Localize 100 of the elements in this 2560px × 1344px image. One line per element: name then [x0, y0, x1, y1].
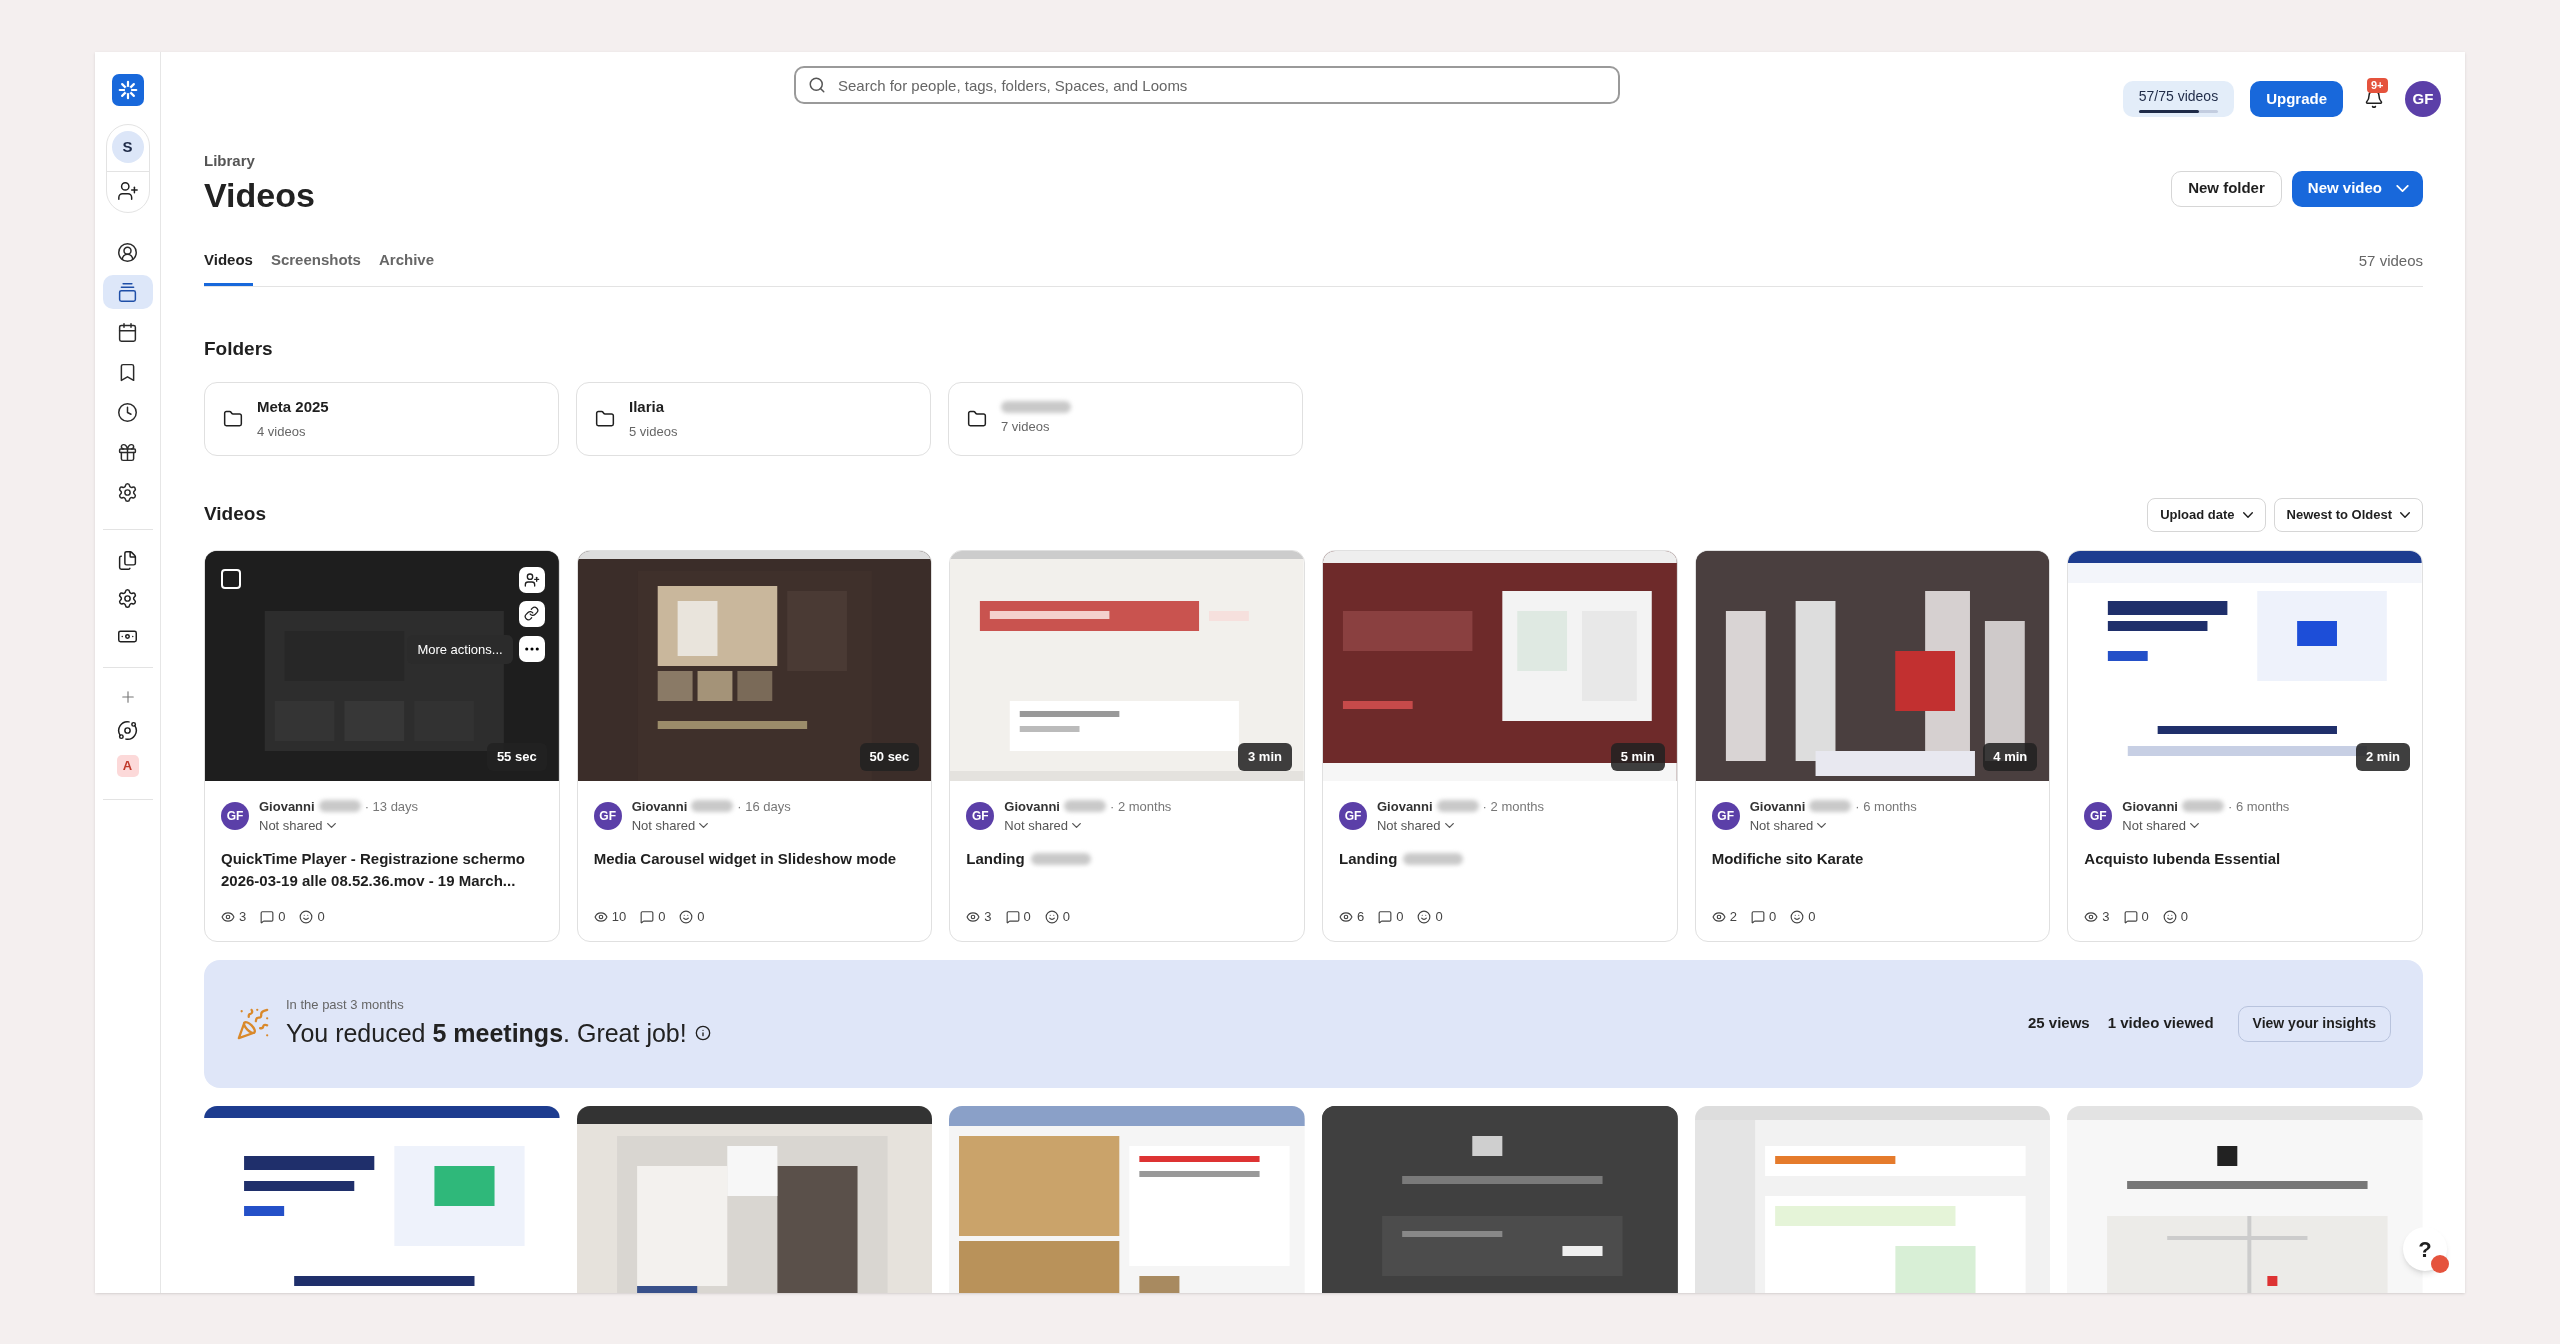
- duration-badge: 3 min: [1238, 743, 1292, 771]
- smile-icon: [299, 909, 314, 924]
- sharing-dropdown[interactable]: Not shared: [1004, 816, 1172, 836]
- sidebar-item[interactable]: [102, 275, 153, 309]
- logo-icon[interactable]: [111, 74, 144, 106]
- video-title[interactable]: Modifiche sito Karate: [1711, 847, 1864, 870]
- sharing-dropdown[interactable]: Not shared: [1749, 816, 1917, 836]
- more-icon: [524, 647, 539, 652]
- eye-icon: [221, 909, 235, 924]
- video-age: · 13 days: [364, 797, 419, 816]
- more-actions-button[interactable]: [518, 636, 545, 663]
- folder-name: Ilaria: [629, 396, 666, 417]
- add-user-icon: [523, 571, 540, 588]
- video-card[interactable]: 2 min GF Giovanni · 6 months Not shared Acquisto Iubenda Essential 3 0 0: [2067, 549, 2423, 942]
- banner-stat: 1 video viewed: [2107, 1013, 2214, 1034]
- tab[interactable]: Archive: [378, 248, 434, 286]
- comment-count: 0: [640, 907, 666, 927]
- checkbox[interactable]: [221, 568, 241, 589]
- video-card[interactable]: 3 min GF Giovanni · 2 months Not shared Landing 3 0 0: [949, 549, 1305, 942]
- library-icon: [117, 281, 138, 303]
- smile-icon: [2162, 909, 2177, 924]
- reaction-count: 0: [679, 907, 705, 927]
- eye-icon: [2084, 909, 2099, 924]
- folder-icon: [967, 408, 987, 429]
- author-avatar: GF: [1711, 802, 1740, 830]
- author-name: Giovanni: [1377, 797, 1433, 816]
- page-title: Videos: [204, 174, 315, 216]
- video-age: · 6 months: [2227, 797, 2290, 816]
- video-card[interactable]: 4 min GF Giovanni · 6 months Not shared Modifiche sito Karate 2 0 0: [1694, 549, 2051, 942]
- folder-card[interactable]: Meta 2025 4 videos: [204, 381, 559, 456]
- video-card[interactable]: 50 sec GF Giovanni · 16 days Not shared Media Carousel widget in Slideshow mode 10 0 0: [576, 549, 933, 942]
- tab[interactable]: Videos: [204, 248, 253, 286]
- space-avatar[interactable]: A: [116, 755, 139, 777]
- sort-dropdown[interactable]: Upload date: [2147, 497, 2266, 532]
- alert-icon: [2431, 1255, 2449, 1273]
- video-title[interactable]: Landing: [1339, 847, 1398, 870]
- workspace-avatar[interactable]: S: [111, 131, 144, 163]
- author-name: Giovanni: [2122, 797, 2178, 816]
- sharing-dropdown[interactable]: Not shared: [259, 816, 419, 836]
- new-folder-button[interactable]: New folder: [2171, 170, 2282, 207]
- view-count: 3: [221, 907, 247, 927]
- chevron-down-icon: [2400, 511, 2410, 518]
- chevron-down-icon: [326, 823, 336, 829]
- folder-name: Meta 2025: [257, 396, 329, 417]
- section-heading: Videos: [204, 502, 266, 527]
- folder-card[interactable]: 7 videos: [948, 381, 1303, 456]
- gift-icon: [117, 441, 138, 463]
- sort-dropdown[interactable]: Newest to Oldest: [2273, 497, 2423, 532]
- banner-message: You reduced 5 meetings. Great job!: [286, 1017, 687, 1049]
- comment-icon: [260, 909, 275, 924]
- video-title[interactable]: Acquisto Iubenda Essential: [2084, 847, 2281, 870]
- duration-badge: 4 min: [1983, 743, 2038, 771]
- planet-icon[interactable]: [117, 720, 138, 741]
- sharing-dropdown[interactable]: Not shared: [2122, 816, 2290, 836]
- calendar-icon: [117, 321, 138, 343]
- chevron-down-icon: [1444, 823, 1454, 829]
- user-circle-icon: [117, 241, 138, 263]
- view-count: 3: [2084, 907, 2110, 927]
- clock-icon: [117, 401, 138, 423]
- view-insights-button[interactable]: View your insights: [2237, 1005, 2391, 1042]
- search-icon: [808, 76, 826, 94]
- smile-icon: [1044, 909, 1059, 924]
- user-avatar[interactable]: GF: [2405, 81, 2441, 117]
- video-title[interactable]: QuickTime Player - Registrazione schermo 2026-03-19 alle 08.52.36.mov - 19 March...: [221, 847, 543, 892]
- duration-badge: 2 min: [2356, 743, 2410, 771]
- banner-stat: 25 views: [2027, 1013, 2090, 1034]
- link-icon: [524, 606, 540, 621]
- settings-icon[interactable]: [117, 588, 138, 609]
- smile-icon: [1417, 909, 1432, 924]
- video-age: · 6 months: [1855, 797, 1917, 816]
- comment-icon: [1005, 909, 1020, 924]
- party-popper-icon: [236, 1006, 270, 1041]
- new-video-button[interactable]: New video: [2291, 170, 2423, 207]
- author-name: Giovanni: [631, 797, 688, 816]
- author-name: Giovanni: [1749, 797, 1806, 816]
- info-icon[interactable]: [694, 1025, 711, 1042]
- video-card[interactable]: More actions... 55 sec GF Giovanni · 13 days Not shared QuickTime Player - Registrazione schermo 2026-03-19 alle 08.52.36.mov - 19 March... 3 0 0: [204, 549, 560, 942]
- folder-card[interactable]: Ilaria 5 videos: [576, 381, 931, 456]
- sharing-dropdown[interactable]: Not shared: [631, 816, 791, 836]
- tab[interactable]: Screenshots: [270, 248, 361, 286]
- documents-icon[interactable]: [117, 550, 138, 571]
- view-count: 10: [593, 907, 627, 927]
- video-title[interactable]: Media Carousel widget in Slideshow mode: [593, 847, 897, 870]
- video-card[interactable]: 5 min GF Giovanni · 2 months Not shared Landing 6 0 0: [1322, 549, 1678, 942]
- add-user-icon[interactable]: [116, 180, 139, 202]
- notification-count: 9+: [2367, 78, 2388, 93]
- author-avatar: GF: [2084, 802, 2113, 830]
- reaction-count: 0: [2162, 907, 2189, 927]
- video-title[interactable]: Landing: [966, 847, 1025, 870]
- chevron-down-icon: [1071, 823, 1081, 829]
- sharing-dropdown[interactable]: Not shared: [1377, 816, 1545, 836]
- view-count: 6: [1339, 907, 1365, 927]
- search-field[interactable]: Search for people, tags, folders, Spaces, and Looms: [794, 66, 1620, 104]
- folder-icon: [223, 408, 243, 429]
- comment-icon: [1378, 909, 1393, 924]
- breadcrumb[interactable]: Library: [204, 150, 315, 173]
- usage-meter[interactable]: 57/75 videos: [2122, 81, 2235, 117]
- eye-icon: [1711, 909, 1726, 924]
- view-count: 3: [966, 907, 992, 927]
- upgrade-button[interactable]: Upgrade: [2250, 81, 2343, 117]
